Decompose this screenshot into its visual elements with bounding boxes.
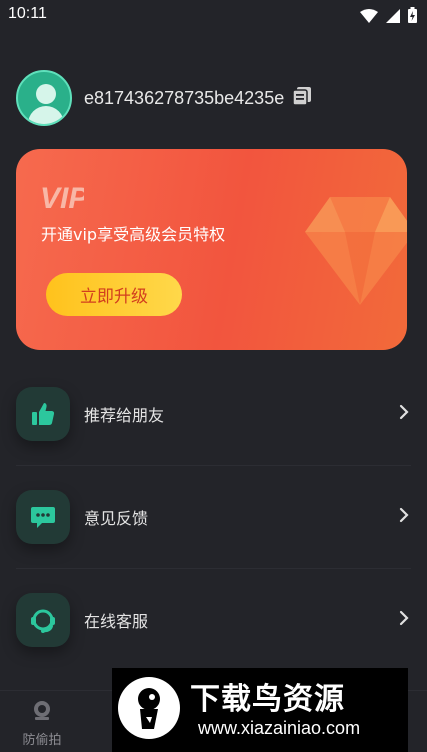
menu-item-feedback[interactable]: 意见反馈 xyxy=(0,465,427,568)
profile-header: e817436278735be4235e xyxy=(16,70,312,126)
menu-item-label: 意见反馈 xyxy=(84,508,149,528)
chevron-right-icon xyxy=(399,404,409,424)
status-time: 10:11 xyxy=(8,5,47,22)
svg-text:VIP: VIP xyxy=(40,182,84,212)
copy-icon[interactable] xyxy=(292,86,312,110)
menu-list: 推荐给朋友 意见反馈 在线客服 xyxy=(0,362,427,671)
chevron-right-icon xyxy=(399,507,409,527)
status-icons xyxy=(360,7,417,27)
avatar[interactable] xyxy=(16,70,72,126)
username: e817436278735be4235e xyxy=(84,87,285,108)
camera-icon xyxy=(31,701,53,725)
thumbs-up-icon xyxy=(16,386,70,441)
nav-label: 防偷拍 xyxy=(22,733,62,748)
watermark-overlay: 下载鸟资源 www.xiazainiao.com xyxy=(112,668,408,752)
menu-item-recommend[interactable]: 推荐给朋友 xyxy=(0,362,427,465)
watermark-title: 下载鸟资源 xyxy=(190,682,345,717)
wifi-icon xyxy=(360,8,378,27)
menu-item-label: 在线客服 xyxy=(84,611,149,631)
vip-description: 开通vip享受高级会员特权 xyxy=(41,225,226,244)
battery-icon xyxy=(408,7,417,27)
status-bar: 10:11 xyxy=(0,0,427,30)
bird-logo-icon xyxy=(118,677,180,739)
signal-icon xyxy=(386,8,400,27)
diamond-icon xyxy=(300,187,407,311)
headset-icon xyxy=(16,592,70,647)
nav-item-anti-spy[interactable]: 防偷拍 xyxy=(12,699,72,748)
menu-item-customer-service[interactable]: 在线客服 xyxy=(0,568,427,671)
vip-logo: VIP xyxy=(40,180,89,216)
chevron-right-icon xyxy=(399,610,409,630)
chat-bubble-icon xyxy=(16,489,70,544)
menu-item-label: 推荐给朋友 xyxy=(84,405,165,425)
upgrade-button[interactable]: 立即升级 xyxy=(46,273,182,316)
watermark-url: www.xiazainiao.com xyxy=(198,718,361,738)
vip-card[interactable]: VIP 开通vip享受高级会员特权 立即升级 xyxy=(16,149,407,350)
